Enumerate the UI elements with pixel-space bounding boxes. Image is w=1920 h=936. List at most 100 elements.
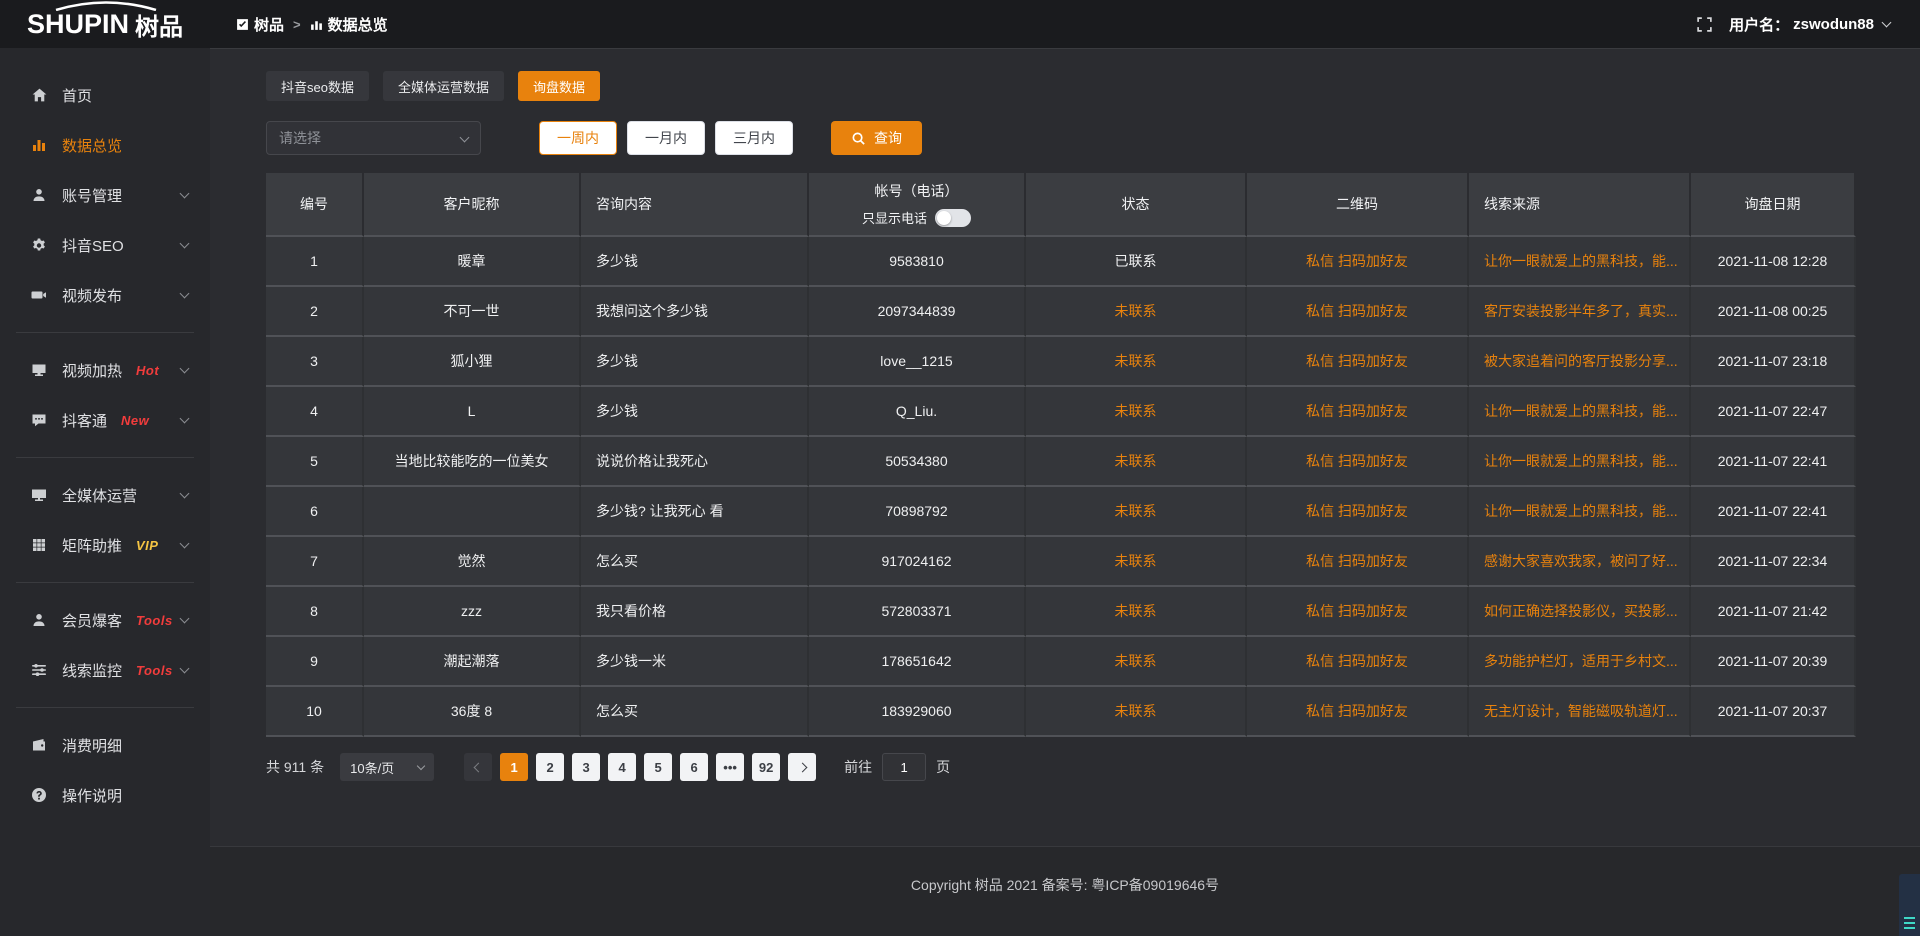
cell-account: Q_Liu. — [809, 387, 1026, 437]
table-row: 4L多少钱Q_Liu.未联系私信 扫码加好友让你一眼就爱上的黑科技，能...20… — [266, 387, 1856, 437]
qrcode-link[interactable]: 私信 扫码加好友 — [1247, 337, 1469, 387]
source-link[interactable]: 感谢大家喜欢我家，被问了好... — [1469, 537, 1691, 587]
phone-only-toggle[interactable] — [935, 209, 971, 227]
footer: Copyright 树品 2021 备案号: 粤ICP备09019646号 — [210, 846, 1920, 936]
wallet-icon — [30, 736, 48, 754]
tab-douyin-seo-data[interactable]: 抖音seo数据 — [266, 71, 369, 101]
source-link[interactable]: 让你一眼就爱上的黑科技，能... — [1469, 387, 1691, 437]
source-link[interactable]: 让你一眼就爱上的黑科技，能... — [1469, 237, 1691, 287]
badge-vip: VIP — [136, 538, 158, 553]
page-button-1[interactable]: 1 — [500, 753, 528, 781]
chevron-down-icon — [460, 132, 470, 142]
table-row: 5当地比较能吃的一位美女说说价格让我死心50534380未联系私信 扫码加好友让… — [266, 437, 1856, 487]
breadcrumb-home[interactable]: 树品 — [236, 14, 284, 35]
page-button-92[interactable]: 92 — [752, 753, 780, 781]
sidebar-item-lead-monitor[interactable]: 线索监控Tools — [0, 645, 210, 695]
logo: SHUPIN 树品 — [0, 0, 210, 48]
user-menu[interactable]: 用户名：zswodun88 — [1729, 14, 1890, 35]
prev-page-button[interactable] — [464, 753, 492, 781]
range-quarter-button[interactable]: 三月内 — [715, 121, 793, 155]
table-row: 6多少钱? 让我死心 看70898792未联系私信 扫码加好友让你一眼就爱上的黑… — [266, 487, 1856, 537]
cell-no: 10 — [266, 687, 364, 737]
qrcode-link[interactable]: 私信 扫码加好友 — [1247, 237, 1469, 287]
source-link[interactable]: 让你一眼就爱上的黑科技，能... — [1469, 437, 1691, 487]
badge-tools: Tools — [136, 613, 173, 628]
page-ellipsis-button[interactable]: ••• — [716, 753, 744, 781]
sidebar-item-account-management[interactable]: 账号管理 — [0, 170, 210, 220]
cell-account: 183929060 — [809, 687, 1026, 737]
source-link[interactable]: 让你一眼就爱上的黑科技，能... — [1469, 487, 1691, 537]
filter-select[interactable]: 请选择 — [266, 121, 481, 155]
tab-inquiry-data[interactable]: 询盘数据 — [518, 71, 600, 101]
page-button-5[interactable]: 5 — [644, 753, 672, 781]
cell-no: 6 — [266, 487, 364, 537]
sidebar-item-video-heating[interactable]: 视频加热Hot — [0, 345, 210, 395]
source-link[interactable]: 多功能护栏灯，适用于乡村文... — [1469, 637, 1691, 687]
sidebar-item-label: 首页 — [62, 85, 92, 106]
cell-status: 未联系 — [1026, 637, 1247, 687]
cell-status: 未联系 — [1026, 687, 1247, 737]
sidebar-item-media-operation[interactable]: 全媒体运营 — [0, 470, 210, 520]
breadcrumb-current[interactable]: 数据总览 — [310, 14, 388, 35]
qrcode-link[interactable]: 私信 扫码加好友 — [1247, 287, 1469, 337]
goto-page: 前往 页 — [844, 753, 950, 781]
cell-nickname: 当地比较能吃的一位美女 — [364, 437, 581, 487]
service-widget[interactable] — [1899, 874, 1920, 936]
chevron-down-icon — [417, 762, 425, 770]
qrcode-link[interactable]: 私信 扫码加好友 — [1247, 637, 1469, 687]
cell-inquiry-date: 2021-11-07 20:39 — [1691, 637, 1856, 687]
next-page-button[interactable] — [788, 753, 816, 781]
page-button-6[interactable]: 6 — [680, 753, 708, 781]
cell-nickname: zzz — [364, 587, 581, 637]
chevron-down-icon — [1882, 18, 1892, 28]
cell-content: 我想问这个多少钱 — [581, 287, 809, 337]
qrcode-link[interactable]: 私信 扫码加好友 — [1247, 387, 1469, 437]
sidebar-item-operation-guide[interactable]: 操作说明 — [0, 770, 210, 820]
cell-account: 50534380 — [809, 437, 1026, 487]
chat-icon — [30, 411, 48, 429]
page-button-4[interactable]: 4 — [608, 753, 636, 781]
qrcode-link[interactable]: 私信 扫码加好友 — [1247, 487, 1469, 537]
range-month-button[interactable]: 一月内 — [627, 121, 705, 155]
source-link[interactable]: 客厅安装投影半年多了，真实... — [1469, 287, 1691, 337]
search-button[interactable]: 查询 — [831, 121, 922, 155]
sidebar-item-label: 会员爆客 — [62, 610, 122, 631]
qrcode-link[interactable]: 私信 扫码加好友 — [1247, 587, 1469, 637]
page-size-select[interactable]: 10条/页 — [340, 753, 434, 781]
home-icon — [30, 86, 48, 104]
sidebar-item-douyin-seo[interactable]: 抖音SEO — [0, 220, 210, 270]
cell-account: 572803371 — [809, 587, 1026, 637]
page-button-3[interactable]: 3 — [572, 753, 600, 781]
cell-status: 已联系 — [1026, 237, 1247, 287]
cell-status: 未联系 — [1026, 537, 1247, 587]
cell-no: 5 — [266, 437, 364, 487]
page-button-2[interactable]: 2 — [536, 753, 564, 781]
goto-page-input[interactable] — [882, 753, 926, 781]
fullscreen-icon[interactable] — [1696, 16, 1713, 33]
qrcode-link[interactable]: 私信 扫码加好友 — [1247, 437, 1469, 487]
cell-status: 未联系 — [1026, 387, 1247, 437]
cell-status: 未联系 — [1026, 437, 1247, 487]
sidebar-item-douketong[interactable]: 抖客通New — [0, 395, 210, 445]
cell-no: 8 — [266, 587, 364, 637]
sidebar-item-consumption-detail[interactable]: 消费明细 — [0, 720, 210, 770]
question-icon — [30, 786, 48, 804]
column-header-label: 帐号（电话） — [875, 181, 959, 201]
sidebar-item-data-overview[interactable]: 数据总览 — [0, 120, 210, 170]
content-panel: 抖音seo数据全媒体运营数据询盘数据 请选择 一周内一月内三月内 查询 编号客户… — [210, 48, 1920, 846]
logo-text-cn: 树品 — [135, 7, 183, 42]
range-week-button[interactable]: 一周内 — [539, 121, 617, 155]
sidebar-item-video-publish[interactable]: 视频发布 — [0, 270, 210, 320]
source-link[interactable]: 无主灯设计，智能磁吸轨道灯... — [1469, 687, 1691, 737]
user-icon — [30, 186, 48, 204]
tab-media-operation-data[interactable]: 全媒体运营数据 — [383, 71, 504, 101]
sidebar-item-matrix-boost[interactable]: 矩阵助推VIP — [0, 520, 210, 570]
bar-chart-icon — [310, 18, 323, 31]
source-link[interactable]: 被大家追着问的客厅投影分享... — [1469, 337, 1691, 387]
cell-inquiry-date: 2021-11-07 22:34 — [1691, 537, 1856, 587]
source-link[interactable]: 如何正确选择投影仪，买投影... — [1469, 587, 1691, 637]
sidebar-item-member-baoke[interactable]: 会员爆客 Tools — [0, 595, 210, 645]
sidebar-item-home[interactable]: 首页 — [0, 70, 210, 120]
qrcode-link[interactable]: 私信 扫码加好友 — [1247, 687, 1469, 737]
qrcode-link[interactable]: 私信 扫码加好友 — [1247, 537, 1469, 587]
